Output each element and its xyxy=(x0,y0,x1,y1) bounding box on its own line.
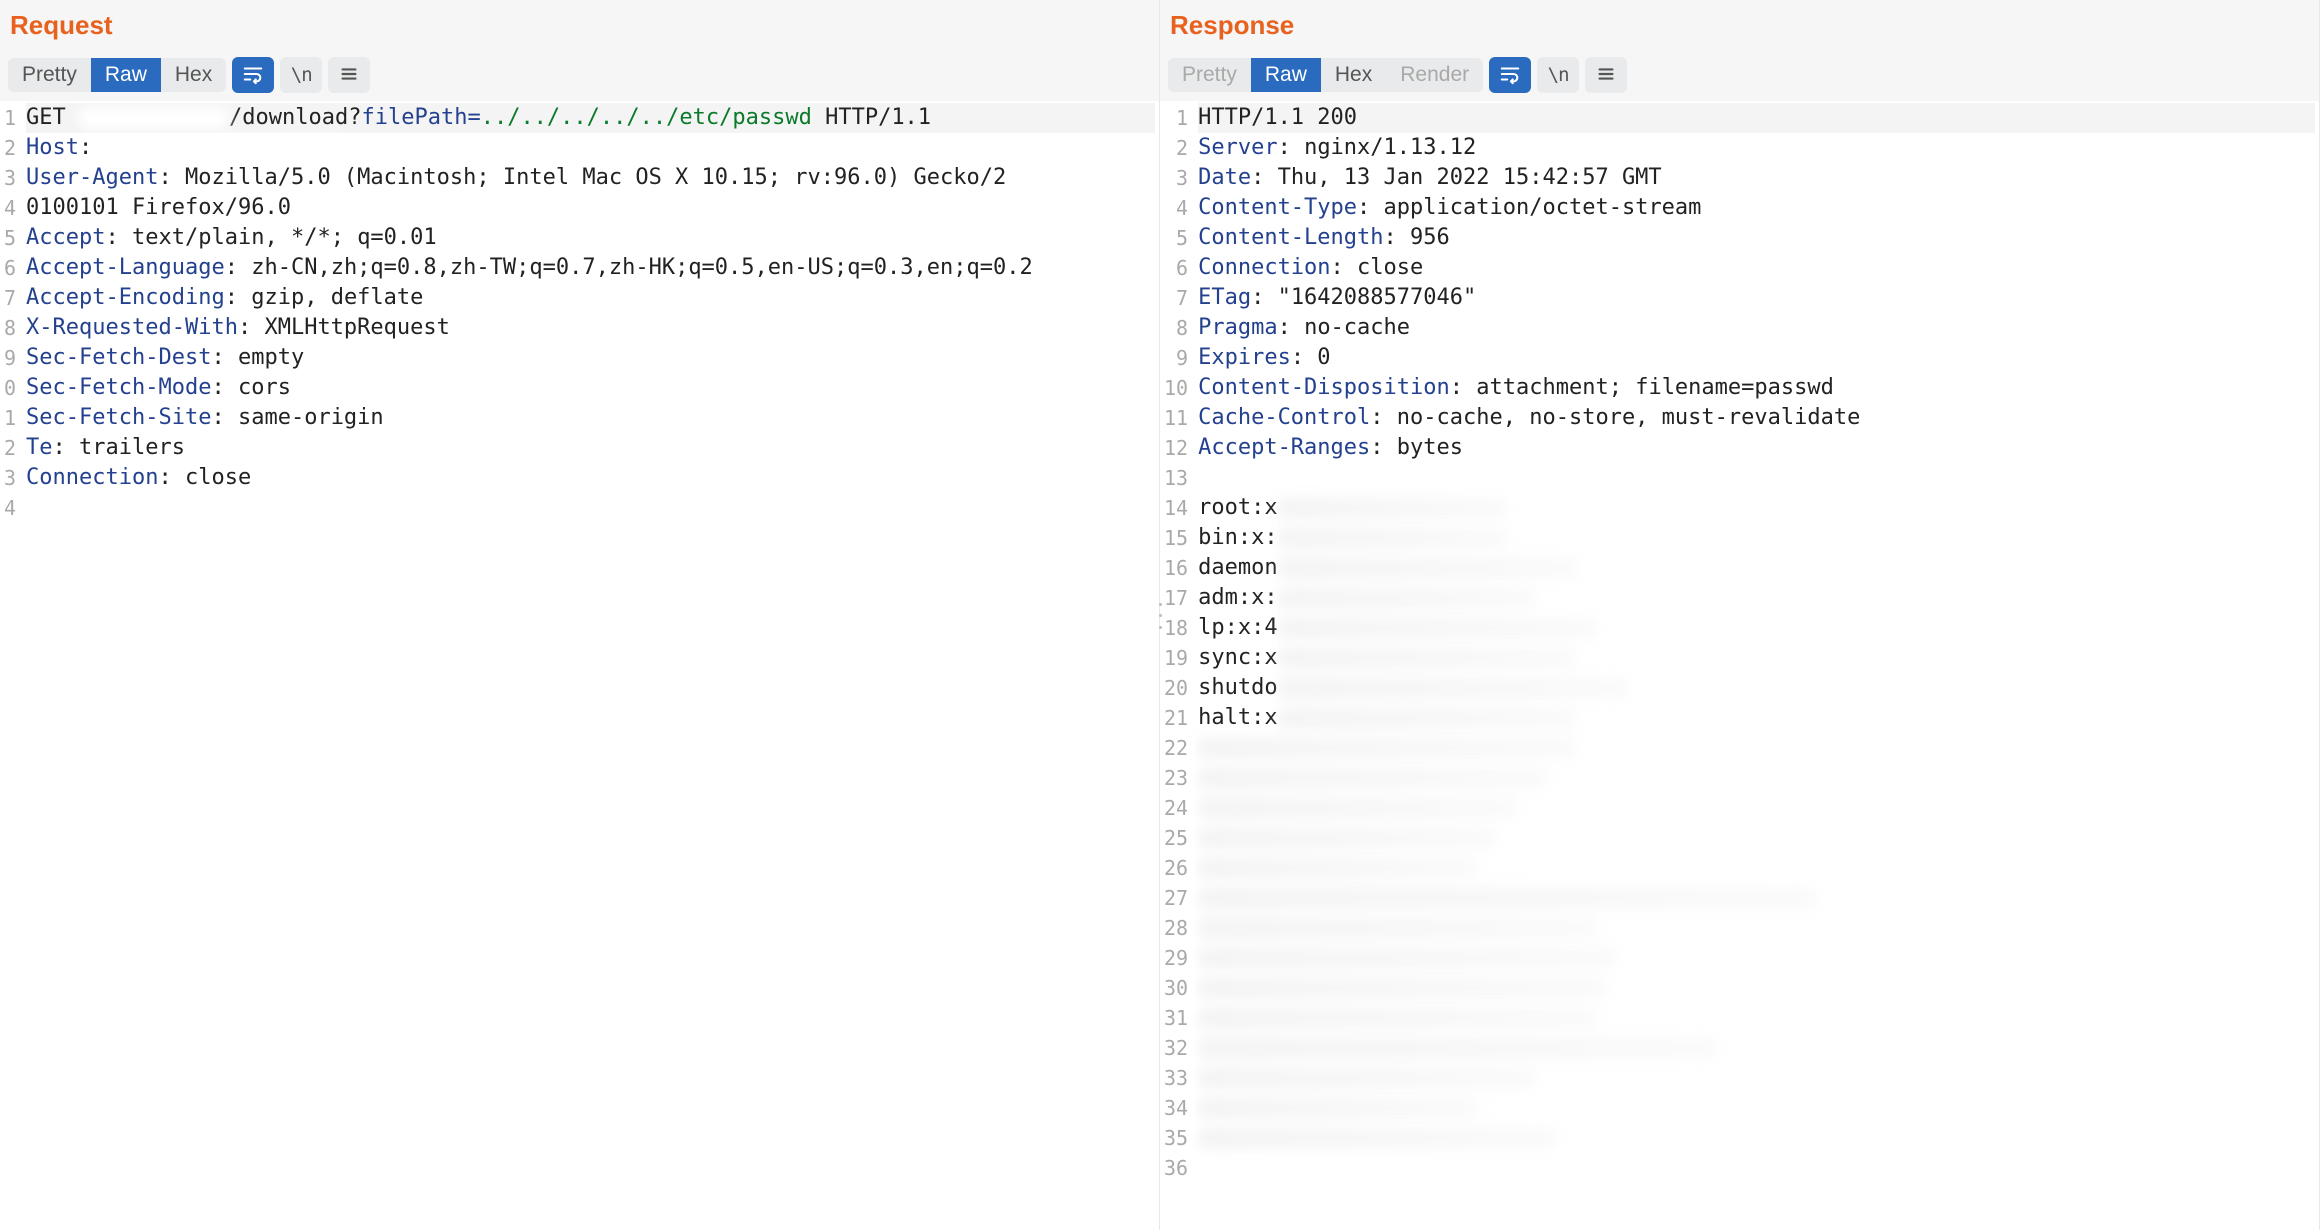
newline-icon: \n xyxy=(291,64,312,86)
word-wrap-icon xyxy=(242,63,264,88)
request-word-wrap-button[interactable] xyxy=(232,57,274,93)
request-pane: Request Pretty Raw Hex \n 12345678 xyxy=(0,0,1160,1230)
request-show-newlines-button[interactable]: \n xyxy=(280,57,322,93)
newline-icon: \n xyxy=(1548,64,1569,86)
response-menu-button[interactable] xyxy=(1585,57,1627,93)
request-tab-pretty[interactable]: Pretty xyxy=(8,58,91,92)
hamburger-icon xyxy=(1595,63,1617,88)
hamburger-icon xyxy=(338,63,360,88)
response-tab-hex[interactable]: Hex xyxy=(1321,58,1386,92)
response-view-tabs: Pretty Raw Hex Render xyxy=(1168,58,1483,92)
response-title: Response xyxy=(1168,10,2311,47)
request-tab-hex[interactable]: Hex xyxy=(161,58,226,92)
request-toolbar: Pretty Raw Hex \n xyxy=(8,47,1151,93)
request-title: Request xyxy=(8,10,1151,47)
response-editor[interactable]: 1234567891011121314151617181920212223242… xyxy=(1160,101,2319,1230)
response-header: Response Pretty Raw Hex Render \n xyxy=(1160,0,2319,101)
response-word-wrap-button[interactable] xyxy=(1489,57,1531,93)
request-menu-button[interactable] xyxy=(328,57,370,93)
response-toolbar: Pretty Raw Hex Render \n xyxy=(1168,47,2311,93)
split-drag-handle[interactable] xyxy=(1152,599,1168,633)
response-show-newlines-button[interactable]: \n xyxy=(1537,57,1579,93)
request-tab-raw[interactable]: Raw xyxy=(91,58,161,92)
request-view-tabs: Pretty Raw Hex xyxy=(8,58,226,92)
response-tab-render[interactable]: Render xyxy=(1386,58,1483,92)
response-tab-pretty[interactable]: Pretty xyxy=(1168,58,1251,92)
request-code[interactable]: GET /download?filePath=../../../../../et… xyxy=(22,101,1159,1230)
request-editor[interactable]: 12345678901234 GET /download?filePath=..… xyxy=(0,101,1159,1230)
word-wrap-icon xyxy=(1499,63,1521,88)
response-tab-raw[interactable]: Raw xyxy=(1251,58,1321,92)
response-code[interactable]: HTTP/1.1 200Server: nginx/1.13.12Date: T… xyxy=(1194,101,2319,1230)
request-gutter: 12345678901234 xyxy=(0,101,22,1230)
response-pane: Response Pretty Raw Hex Render \n xyxy=(1160,0,2320,1230)
response-gutter: 1234567891011121314151617181920212223242… xyxy=(1160,101,1194,1230)
request-header: Request Pretty Raw Hex \n xyxy=(0,0,1159,101)
